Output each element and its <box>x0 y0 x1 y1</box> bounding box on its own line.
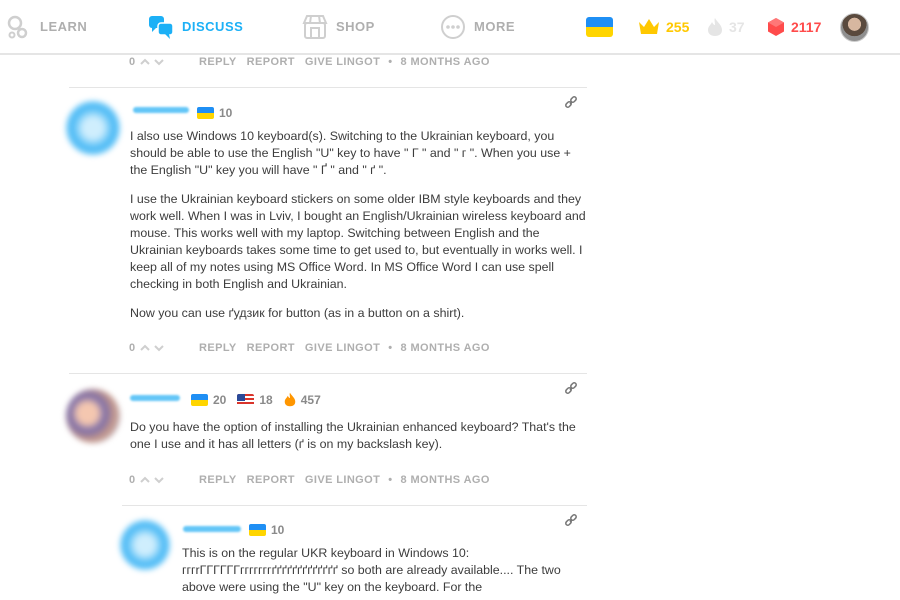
top-nav: LEARN DISCUSS SHOP MORE 255 37 2117 <box>0 0 900 55</box>
timestamp: 8 MONTHS AGO <box>400 56 490 68</box>
streak-number: 457 <box>300 392 321 407</box>
timestamp: 8 MONTHS AGO <box>400 342 490 354</box>
ukraine-flag-icon <box>191 393 208 406</box>
level-number: 20 <box>213 392 227 407</box>
ukraine-flag-icon <box>249 524 266 536</box>
report-button[interactable]: REPORT <box>247 56 295 68</box>
vote-count: 0 <box>129 474 136 486</box>
usa-flag-icon <box>237 393 255 406</box>
commenter-levels: 10 <box>249 523 290 537</box>
vote-count: 0 <box>129 342 136 354</box>
username-redacted[interactable] <box>183 526 241 532</box>
more-icon <box>441 14 465 39</box>
comment-paragraph: I also use Windows 10 keyboard(s). Switc… <box>130 129 571 177</box>
link-icon[interactable] <box>564 96 578 110</box>
comment-divider <box>122 505 587 506</box>
upvote-icon[interactable] <box>139 57 150 67</box>
upvote-icon[interactable] <box>139 343 150 353</box>
gems-count: 2117 <box>791 18 822 35</box>
gems-counter[interactable]: 2117 <box>767 0 821 53</box>
separator: • <box>388 342 393 354</box>
ukraine-flag-icon <box>586 16 613 37</box>
give-lingot-button[interactable]: GIVE LINGOT <box>305 56 380 68</box>
gem-icon <box>768 17 784 36</box>
nav-discuss[interactable]: DISCUSS <box>148 0 243 53</box>
comment-body: I also use Windows 10 keyboard(s). Switc… <box>130 128 590 334</box>
level-number: 10 <box>219 106 233 120</box>
nav-shop[interactable]: SHOP <box>302 0 375 53</box>
report-button[interactable]: REPORT <box>247 342 295 354</box>
crowns-count: 255 <box>666 18 690 35</box>
comment-paragraph: I use the Ukrainian keyboard stickers on… <box>130 192 586 291</box>
comment-actions: 0 REPLY REPORT GIVE LINGOT • 8 MONTHS AG… <box>129 55 490 69</box>
learn-icon <box>7 15 28 38</box>
username-redacted[interactable] <box>133 107 189 113</box>
comment-paragraph: This is on the regular UKR keyboard in W… <box>182 546 561 594</box>
shop-icon <box>302 14 328 39</box>
username-redacted[interactable] <box>130 395 180 401</box>
reply-button[interactable]: REPLY <box>199 474 237 486</box>
level-number: 10 <box>271 523 285 537</box>
streak-count: 37 <box>729 18 745 35</box>
nav-learn-label: LEARN <box>40 19 88 34</box>
comment-divider <box>69 373 587 374</box>
flame-icon <box>284 392 295 407</box>
comment-body: Do you have the option of installing the… <box>130 419 590 465</box>
give-lingot-button[interactable]: GIVE LINGOT <box>305 342 380 354</box>
commenter-avatar[interactable] <box>120 520 170 570</box>
separator: • <box>388 474 393 486</box>
nav-learn[interactable]: LEARN <box>6 0 87 53</box>
level-number: 18 <box>259 392 273 407</box>
upvote-icon[interactable] <box>139 475 150 485</box>
downvote-icon[interactable] <box>153 57 164 67</box>
comment-divider <box>69 87 587 88</box>
ukraine-flag-icon <box>197 107 214 119</box>
commenter-avatar[interactable] <box>66 101 120 155</box>
vote-controls: 0 <box>129 56 199 68</box>
comment-body: This is on the regular UKR keyboard in W… <box>182 545 590 600</box>
commenter-levels: 20 18 457 <box>191 392 327 407</box>
course-flag-button[interactable] <box>586 0 613 53</box>
nav-discuss-label: DISCUSS <box>182 19 244 34</box>
comment-actions: 0 REPLY REPORT GIVE LINGOT • 8 MONTHS AG… <box>129 341 490 355</box>
vote-controls: 0 <box>129 342 199 354</box>
comment-paragraph: Do you have the option of installing the… <box>130 420 576 451</box>
separator: • <box>388 56 393 68</box>
timestamp: 8 MONTHS AGO <box>400 474 490 486</box>
reply-button[interactable]: REPLY <box>199 56 237 68</box>
vote-controls: 0 <box>129 474 199 486</box>
report-button[interactable]: REPORT <box>247 474 295 486</box>
commenter-avatar[interactable] <box>66 389 120 443</box>
nav-more-label: MORE <box>474 19 515 34</box>
downvote-icon[interactable] <box>153 475 164 485</box>
streak-counter[interactable]: 37 <box>707 0 745 53</box>
link-icon[interactable] <box>564 514 578 528</box>
link-icon[interactable] <box>564 382 578 396</box>
flame-icon <box>708 17 722 36</box>
downvote-icon[interactable] <box>153 343 164 353</box>
vote-count: 0 <box>129 56 136 68</box>
user-avatar[interactable] <box>840 13 869 42</box>
crown-icon <box>639 18 659 34</box>
reply-button[interactable]: REPLY <box>199 342 237 354</box>
nav-shop-label: SHOP <box>336 19 375 34</box>
give-lingot-button[interactable]: GIVE LINGOT <box>305 474 380 486</box>
comment-actions: 0 REPLY REPORT GIVE LINGOT • 8 MONTHS AG… <box>129 473 490 487</box>
nav-more[interactable]: MORE <box>440 0 515 53</box>
discuss-icon <box>149 15 174 39</box>
comment-paragraph: Now you can use ґудзик for button (as in… <box>130 306 465 320</box>
commenter-levels: 10 <box>197 106 238 120</box>
crowns-counter[interactable]: 255 <box>638 0 689 53</box>
